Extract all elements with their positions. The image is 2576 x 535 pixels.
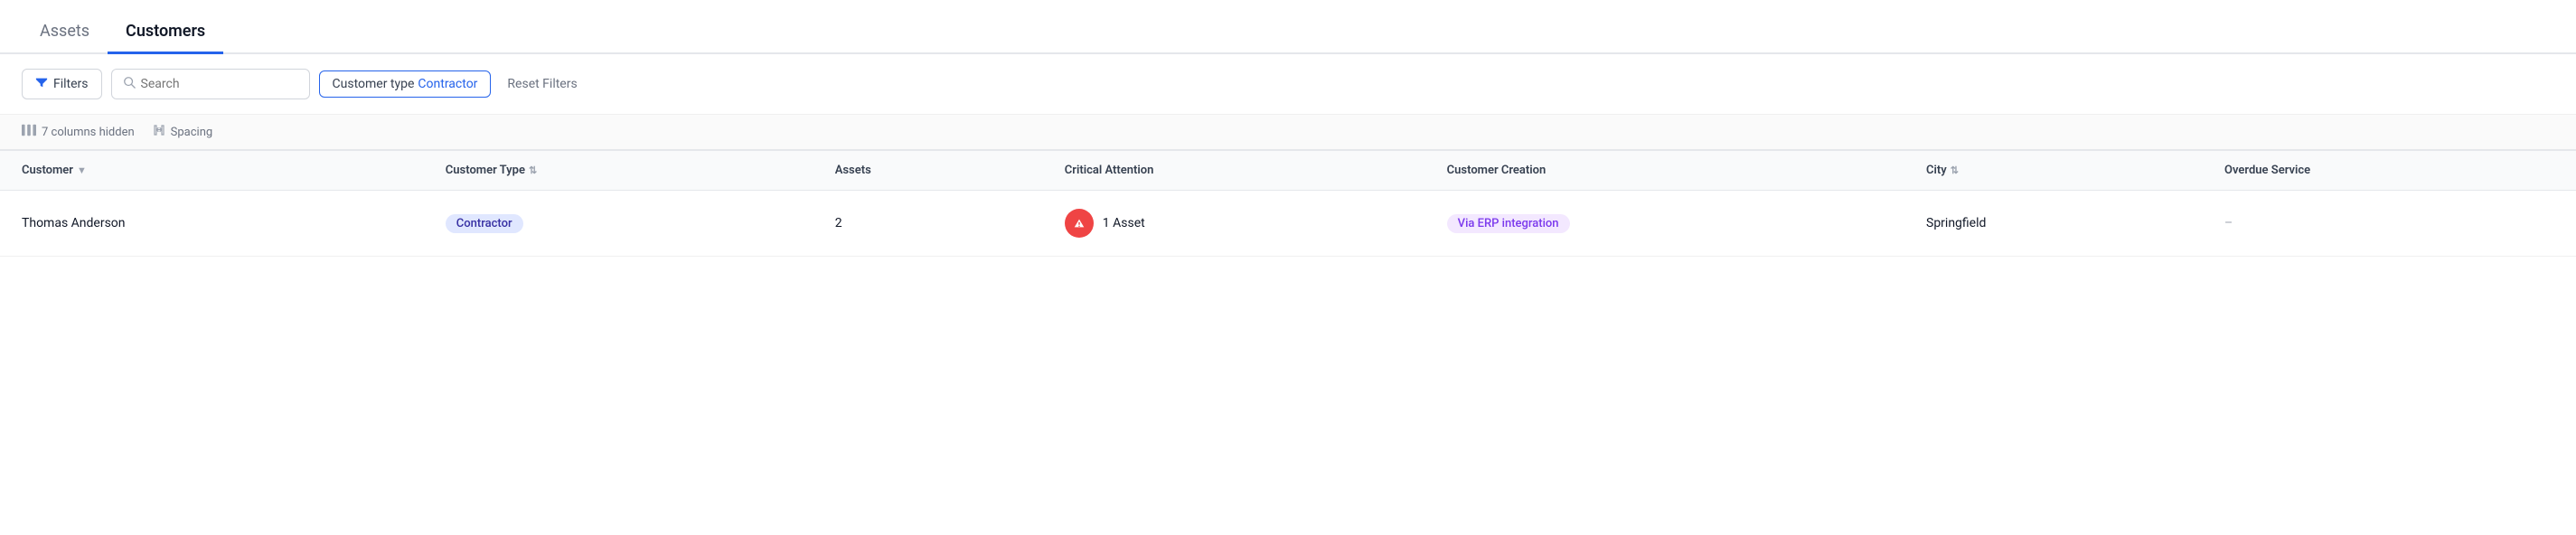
critical-attention-text: 1 Asset: [1103, 216, 1145, 230]
search-icon: [123, 76, 136, 92]
customers-table: Customer ▼ Customer Type ⇅ Assets: [0, 150, 2576, 257]
col-header-customer[interactable]: Customer ▼: [0, 151, 424, 191]
warning-icon: [1065, 209, 1094, 238]
tab-assets[interactable]: Assets: [22, 11, 108, 54]
column-settings-bar: 7 columns hidden Spacing: [0, 115, 2576, 150]
sort-icon-customer: ▼: [77, 164, 87, 176]
cell-customer-creation: Via ERP integration: [1425, 191, 1904, 257]
sort-icon-customer-type: ⇅: [529, 164, 537, 176]
filter-tag-value: Contractor: [418, 77, 477, 91]
col-header-overdue-service: Overdue Service: [2203, 151, 2576, 191]
col-header-assets: Assets: [813, 151, 1043, 191]
col-header-critical-attention: Critical Attention: [1043, 151, 1425, 191]
cell-customer-type: Contractor: [424, 191, 813, 257]
cell-customer-name: Thomas Anderson: [0, 191, 424, 257]
filters-label: Filters: [53, 77, 89, 91]
toolbar: Filters Customer type Contractor Reset F…: [0, 54, 2576, 115]
cell-city: Springfield: [1904, 191, 2203, 257]
table-wrapper: Customer ▼ Customer Type ⇅ Assets: [0, 150, 2576, 257]
contractor-badge: Contractor: [446, 214, 523, 233]
table-row[interactable]: Thomas Anderson Contractor 2: [0, 191, 2576, 257]
erp-badge: Via ERP integration: [1447, 214, 1570, 233]
col-header-customer-creation: Customer Creation: [1425, 151, 1904, 191]
filter-icon: [35, 76, 48, 92]
col-header-customer-type[interactable]: Customer Type ⇅: [424, 151, 813, 191]
columns-hidden-button[interactable]: 7 columns hidden: [22, 124, 135, 140]
tabs-bar: Assets Customers: [0, 0, 2576, 54]
col-header-city[interactable]: City ⇅: [1904, 151, 2203, 191]
filters-button[interactable]: Filters: [22, 69, 102, 99]
tab-customers[interactable]: Customers: [108, 11, 223, 54]
spacing-icon: [153, 124, 165, 140]
reset-filters-button[interactable]: Reset Filters: [500, 71, 584, 97]
cell-assets: 2: [813, 191, 1043, 257]
overdue-service-value: –: [2224, 216, 2233, 230]
page-container: Assets Customers Filters Customer type: [0, 0, 2576, 535]
sort-icon-city: ⇅: [1951, 164, 1959, 176]
search-box[interactable]: [111, 69, 310, 99]
cell-critical-attention: 1 Asset: [1043, 191, 1425, 257]
spacing-button[interactable]: Spacing: [153, 124, 213, 140]
search-input[interactable]: [141, 77, 298, 91]
filter-tag-label: Customer type: [333, 77, 415, 91]
spacing-label: Spacing: [171, 126, 213, 139]
columns-hidden-icon: [22, 124, 36, 140]
columns-hidden-label: 7 columns hidden: [42, 126, 135, 139]
filter-tag-customer-type[interactable]: Customer type Contractor: [319, 70, 492, 98]
table-header-row: Customer ▼ Customer Type ⇅ Assets: [0, 151, 2576, 191]
cell-overdue-service: –: [2203, 191, 2576, 257]
